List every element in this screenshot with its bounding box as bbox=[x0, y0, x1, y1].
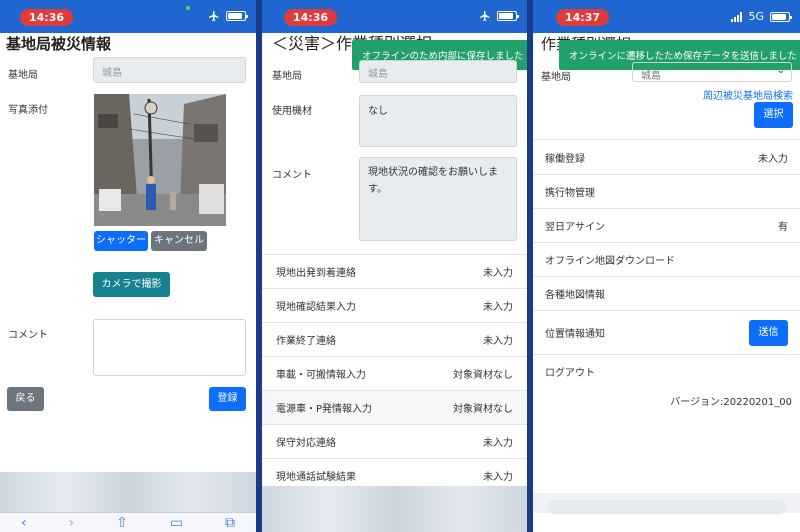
row-label: 車載・可搬情報入力 bbox=[276, 370, 366, 381]
screen-disaster-info: 14:36 基地局被災情報 基地局 城島 写真添付 シャッター キャンセル カメ… bbox=[0, 0, 256, 532]
row-value: 未入力 bbox=[758, 153, 788, 165]
row-label: 作業終了連絡 bbox=[276, 336, 336, 347]
list-item[interactable]: 電源車・P発情報入力 対象資材なし bbox=[262, 390, 527, 424]
screen-work-type-online: 14:37 5G 作業種別選択 オンラインに遷移したため保存データを送信しました… bbox=[533, 0, 800, 532]
network-type: 5G bbox=[748, 10, 764, 23]
list-item[interactable]: 翌日アサイン 有 bbox=[533, 208, 800, 242]
airplane-icon bbox=[480, 11, 490, 21]
status-bar: 14:37 5G bbox=[533, 0, 800, 33]
row-value: 未入力 bbox=[483, 438, 513, 449]
back-button[interactable]: 戻る bbox=[7, 387, 44, 411]
comment-label: コメント bbox=[272, 170, 312, 181]
row-label: 電源車・P発情報入力 bbox=[276, 404, 373, 415]
list-item[interactable]: 稼働登録 未入力 bbox=[533, 139, 800, 174]
row-value: 対象資材なし bbox=[453, 404, 513, 415]
camera-indicator-icon bbox=[186, 6, 190, 10]
row-value: 未入力 bbox=[483, 302, 513, 313]
equipment-label: 使用機材 bbox=[272, 106, 312, 117]
menu-list: 稼働登録 未入力 携行物管理 翌日アサイン 有 オフライン地図ダウンロード 各種地図… bbox=[533, 139, 800, 388]
station-field: 城島 bbox=[359, 60, 517, 83]
list-item[interactable]: オフライン地図ダウンロード bbox=[533, 242, 800, 276]
street-photo bbox=[94, 94, 226, 226]
shutter-button[interactable]: シャッター bbox=[94, 231, 148, 251]
page-title: 基地局被災情報 bbox=[6, 35, 112, 53]
status-time: 14:36 bbox=[284, 9, 338, 26]
send-button[interactable]: 送信 bbox=[749, 319, 788, 346]
station-label: 基地局 bbox=[272, 71, 302, 82]
list-item[interactable]: 各種地図情報 bbox=[533, 276, 800, 310]
list-item[interactable]: 現地出発到着連絡 未入力 bbox=[262, 254, 527, 288]
row-value: 対象資材なし bbox=[453, 370, 513, 381]
list-item[interactable]: 保守対応連絡 未入力 bbox=[262, 424, 527, 458]
blurred-url-bar bbox=[262, 486, 527, 532]
station-select-value: 城島 bbox=[641, 71, 661, 82]
select-button[interactable]: 選択 bbox=[754, 102, 793, 128]
camera-button[interactable]: カメラで撮影 bbox=[93, 272, 170, 297]
blurred-url-bar bbox=[0, 472, 256, 512]
location-notify-label: 位置情報通知 bbox=[545, 329, 605, 340]
station-field: 城島 bbox=[93, 57, 246, 83]
row-label: 稼働登録 bbox=[545, 153, 585, 165]
equipment-field: なし bbox=[359, 95, 517, 147]
url-pill[interactable] bbox=[547, 500, 786, 514]
battery-icon bbox=[226, 11, 248, 21]
status-bar: 14:36 bbox=[0, 0, 256, 33]
list-item[interactable]: 携行物管理 bbox=[533, 174, 800, 208]
cancel-button[interactable]: キャンセル bbox=[151, 231, 207, 251]
row-label: 翌日アサイン bbox=[545, 222, 605, 233]
list-item[interactable]: 車載・可搬情報入力 対象資材なし bbox=[262, 356, 527, 390]
nearby-search-link[interactable]: 周辺被災基地局検索 bbox=[703, 87, 793, 102]
status-icons: 5G bbox=[731, 10, 792, 23]
status-time: 14:36 bbox=[20, 9, 74, 26]
version-text: バージョン:20220201_00 bbox=[670, 397, 792, 408]
comment-field: 現地状況の確認をお願いします。 bbox=[359, 157, 517, 241]
row-label: 各種地図情報 bbox=[545, 290, 605, 301]
work-type-list: 現地出発到着連絡 未入力 現地確認結果入力 未入力 作業終了連絡 未入力 車載・可搬情… bbox=[262, 254, 527, 492]
station-select[interactable]: 城島 ⌄ bbox=[632, 62, 792, 82]
comment-textarea[interactable] bbox=[93, 319, 246, 376]
list-item[interactable]: 現地確認結果入力 未入力 bbox=[262, 288, 527, 322]
row-value: 有 bbox=[778, 222, 788, 233]
status-icons bbox=[208, 10, 248, 22]
logout-item[interactable]: ログアウト bbox=[533, 354, 800, 388]
chevron-down-icon: ⌄ bbox=[776, 65, 785, 76]
comment-label: コメント bbox=[8, 330, 48, 341]
status-time: 14:37 bbox=[556, 9, 610, 26]
photo-label: 写真添付 bbox=[8, 105, 48, 116]
register-button[interactable]: 登録 bbox=[209, 387, 246, 411]
row-label: 現地確認結果入力 bbox=[276, 302, 356, 313]
row-label: 保守対応連絡 bbox=[276, 438, 336, 449]
row-value: 未入力 bbox=[483, 268, 513, 279]
share-icon[interactable]: ⇧ bbox=[116, 515, 128, 531]
battery-icon bbox=[770, 11, 792, 22]
back-arrow-icon[interactable]: ‹ bbox=[21, 515, 27, 531]
tabs-icon[interactable]: ⧉ bbox=[225, 515, 235, 531]
row-value: 未入力 bbox=[483, 472, 513, 483]
row-value: 未入力 bbox=[483, 336, 513, 347]
row-label: 現地出発到着連絡 bbox=[276, 268, 356, 279]
row-label: 現地通話試験結果 bbox=[276, 472, 356, 483]
station-label: 基地局 bbox=[8, 70, 38, 81]
row-label: 携行物管理 bbox=[545, 188, 595, 199]
status-icons bbox=[479, 10, 519, 22]
screen-work-type-offline: 14:36 ＜災害＞作業種別選択 オフラインのため内部に保存しました 基地局 城… bbox=[262, 0, 527, 532]
airplane-icon bbox=[209, 11, 219, 21]
logout-label: ログアウト bbox=[545, 368, 595, 379]
row-label: オフライン地図ダウンロード bbox=[545, 256, 675, 267]
battery-icon bbox=[497, 11, 519, 21]
status-bar: 14:36 bbox=[262, 0, 527, 33]
bookmarks-icon[interactable]: ▭ bbox=[170, 515, 183, 531]
signal-icon bbox=[731, 11, 743, 22]
location-notify-row: 位置情報通知 送信 bbox=[533, 310, 800, 354]
forward-arrow-icon[interactable]: › bbox=[69, 515, 75, 531]
list-item[interactable]: 作業終了連絡 未入力 bbox=[262, 322, 527, 356]
browser-toolbar: ‹ › ⇧ ▭ ⧉ bbox=[0, 512, 256, 532]
station-label: 基地局 bbox=[541, 72, 571, 83]
